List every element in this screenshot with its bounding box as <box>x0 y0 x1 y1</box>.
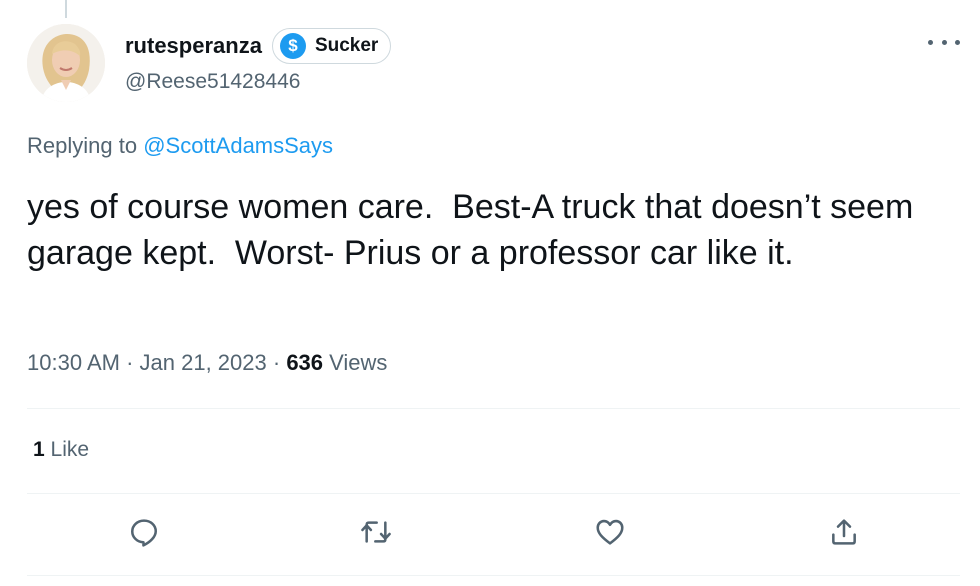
replying-prefix: Replying to <box>27 133 144 158</box>
likes-stat[interactable]: 1 Like <box>33 438 89 462</box>
dot <box>955 39 960 45</box>
share-icon <box>832 519 856 545</box>
heart-icon <box>596 519 624 545</box>
avatar[interactable] <box>27 24 105 102</box>
views-label: Views <box>323 350 388 375</box>
share-button[interactable] <box>826 514 862 550</box>
author-display-name[interactable]: rutesperanza <box>125 33 262 59</box>
reply-mention-link[interactable]: @ScottAdamsSays <box>143 133 333 158</box>
tweet-date[interactable]: Jan 21, 2023 <box>140 350 267 375</box>
dollar-icon: $ <box>279 33 306 59</box>
like-button[interactable] <box>592 514 628 550</box>
subscription-badge[interactable]: $ Sucker <box>271 28 392 64</box>
tweet-meta: 10:30 AM · Jan 21, 2023 · 636 Views <box>27 350 387 376</box>
more-horizontal-icon[interactable] <box>928 32 960 52</box>
dot <box>941 39 947 45</box>
thread-line <box>65 0 67 18</box>
views-count: 636 <box>286 350 324 375</box>
like-count: 1 <box>33 438 45 461</box>
like-label: Like <box>44 438 90 461</box>
reply-icon <box>131 519 158 547</box>
author-handle[interactable]: @Reese51428446 <box>125 70 300 94</box>
dot <box>928 39 933 45</box>
replying-to: Replying to @ScottAdamsSays <box>27 133 333 159</box>
tweet-text: yes of course women care. Best-A truck t… <box>27 188 923 272</box>
meta-separator: · <box>119 350 140 375</box>
divider <box>27 408 960 409</box>
meta-separator: · <box>266 350 287 375</box>
reply-button[interactable] <box>126 514 162 550</box>
avatar-image <box>27 24 105 102</box>
retweet-icon <box>361 521 391 543</box>
badge-label: Sucker <box>314 35 379 56</box>
retweet-button[interactable] <box>358 514 394 550</box>
divider <box>27 493 960 494</box>
divider <box>27 575 960 576</box>
author-name-row: rutesperanza $ Sucker <box>125 28 392 64</box>
tweet-time[interactable]: 10:30 AM <box>27 350 120 375</box>
